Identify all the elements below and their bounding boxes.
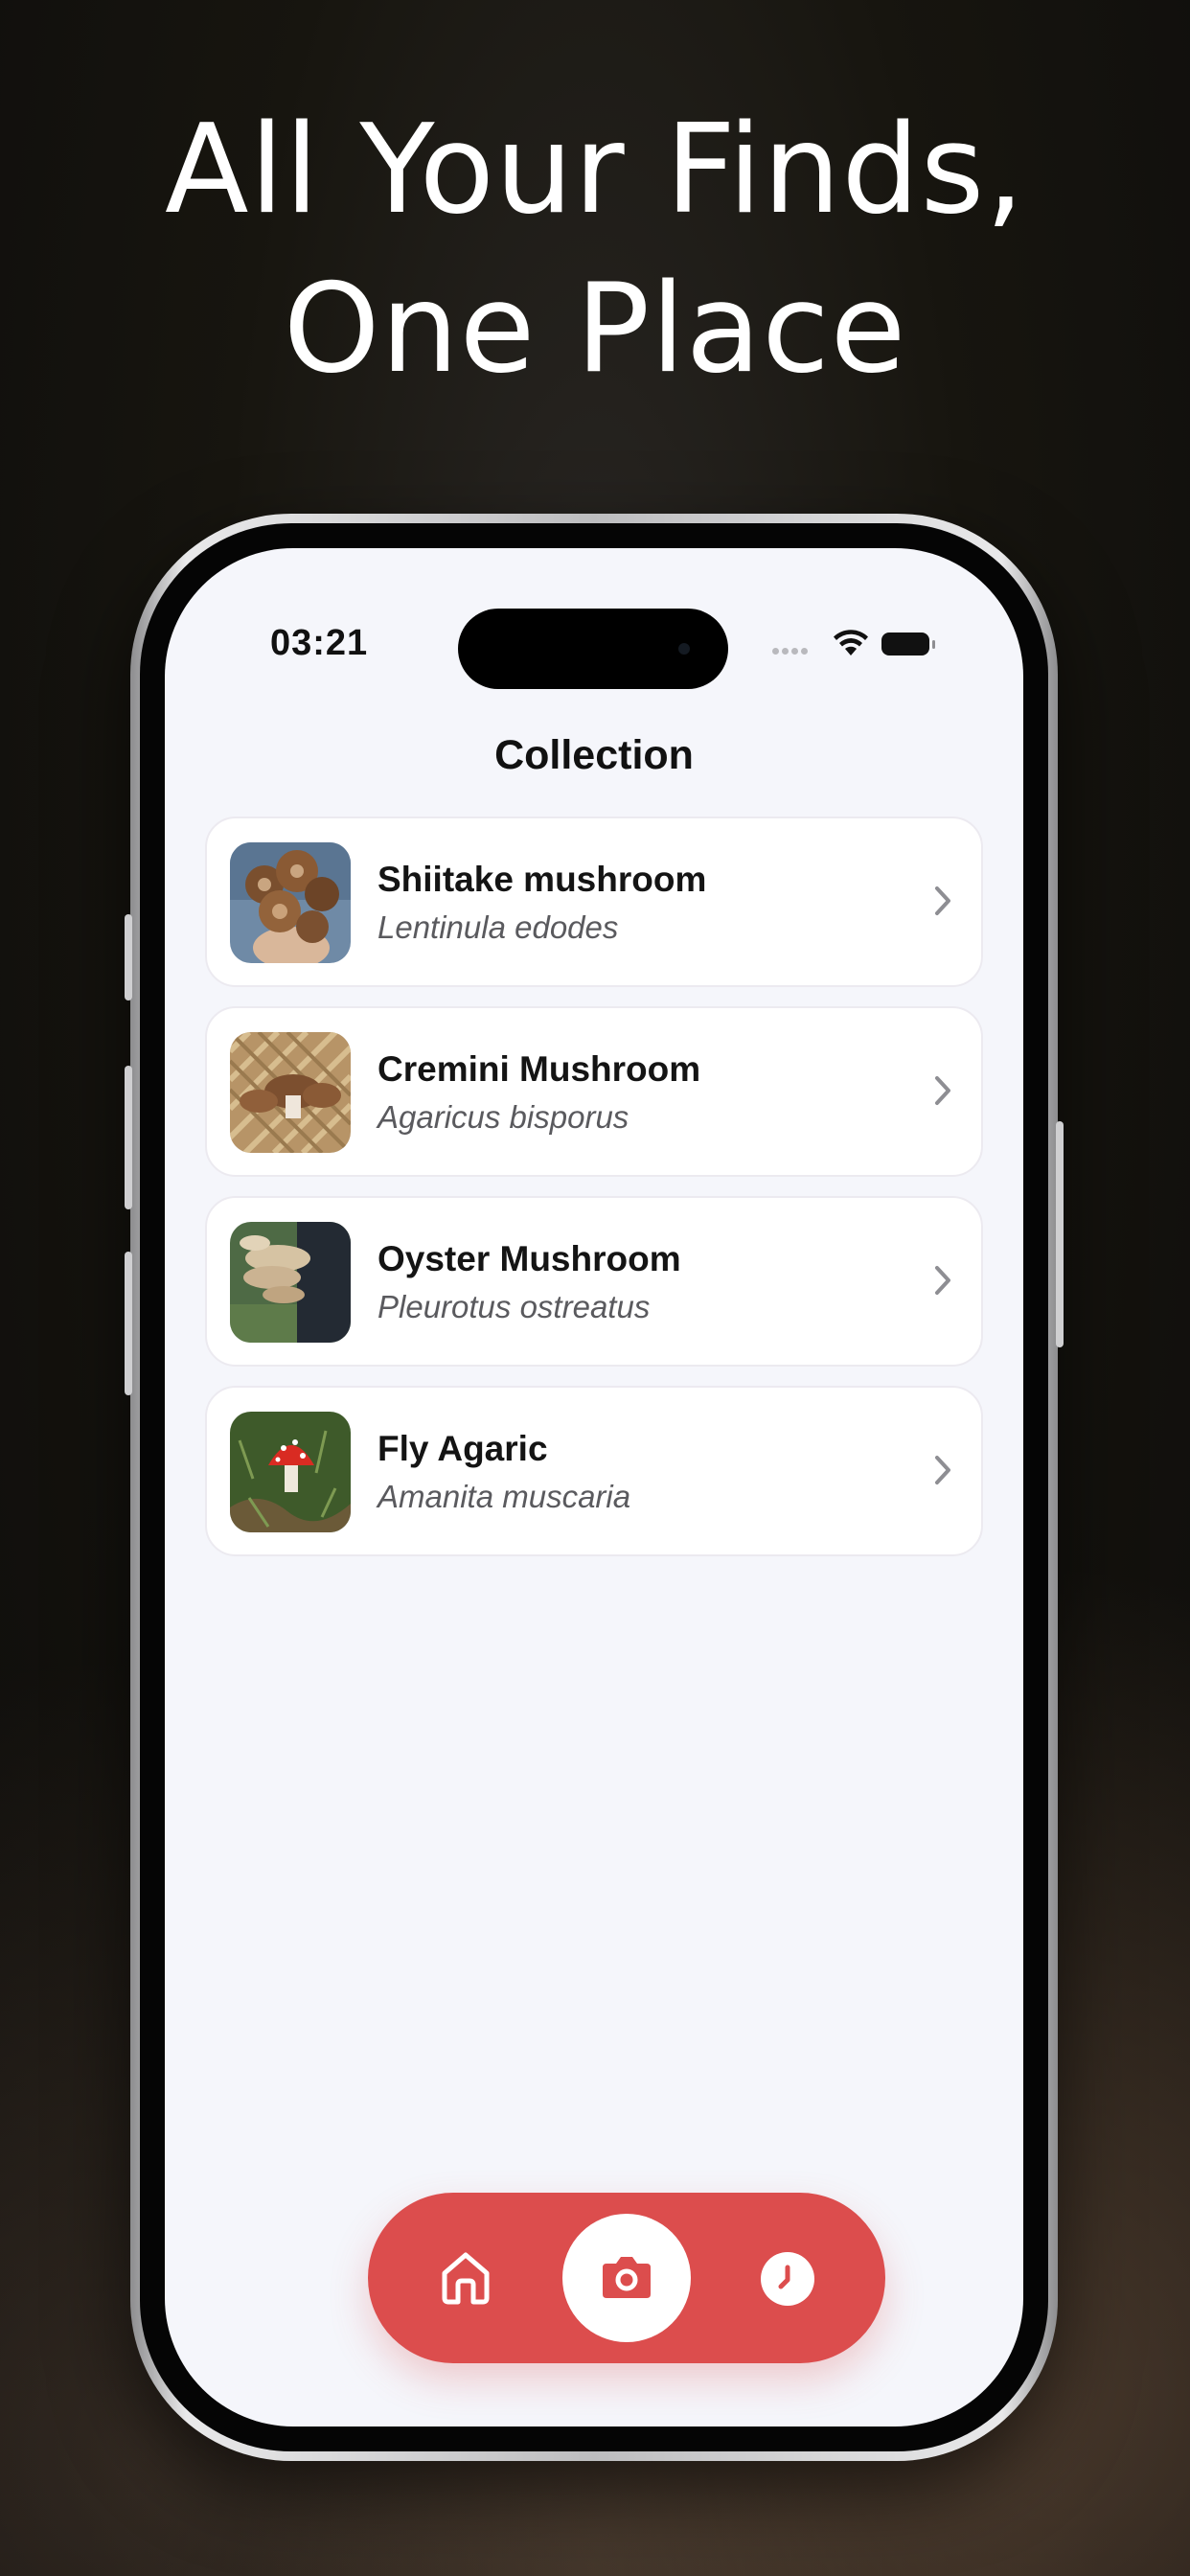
tab-bar	[368, 2193, 885, 2363]
headline-line-1: All Your Finds,	[165, 99, 1025, 242]
camera-button[interactable]	[562, 2214, 691, 2342]
chevron-right-icon	[935, 1266, 950, 1295]
cellular-signal-icon	[772, 642, 811, 659]
item-name: Fly Agaric	[378, 1429, 548, 1468]
status-icons	[772, 629, 945, 659]
shiitake-thumbnail	[230, 842, 351, 963]
volume-up-button	[125, 1066, 132, 1209]
list-item-cremini[interactable]: Cremini Mushroom Agaricus bisporus	[205, 1006, 983, 1177]
chevron-right-icon	[935, 1076, 950, 1105]
page-title: Collection	[494, 732, 694, 778]
chevron-right-icon	[935, 886, 950, 915]
app-screen: 03:21 Collection Shiitake mushroom Lenti…	[165, 548, 1023, 2426]
item-name: Oyster Mushroom	[378, 1239, 681, 1278]
item-scientific-name: Lentinula edodes	[378, 909, 619, 945]
list-item-oyster[interactable]: Oyster Mushroom Pleurotus ostreatus	[205, 1196, 983, 1367]
home-icon[interactable]	[439, 2250, 492, 2306]
phone-frame: 03:21 Collection Shiitake mushroom Lenti…	[125, 514, 1064, 2461]
camera-icon	[603, 2257, 651, 2298]
headline-line-2: One Place	[283, 258, 907, 401]
battery-icon	[881, 632, 935, 656]
status-time: 03:21	[270, 623, 369, 663]
oyster-thumbnail	[230, 1222, 351, 1343]
volume-down-button	[125, 1252, 132, 1395]
action-button	[125, 914, 132, 1000]
power-button	[1056, 1121, 1064, 1347]
item-name: Cremini Mushroom	[378, 1049, 701, 1089]
history-icon	[778, 2265, 790, 2289]
item-scientific-name: Agaricus bisporus	[378, 1099, 629, 1135]
list-item-fly-agaric[interactable]: Fly Agaric Amanita muscaria	[205, 1386, 983, 1556]
headline: All Your Finds, One Place	[0, 91, 1190, 409]
list-item-shiitake[interactable]: Shiitake mushroom Lentinula edodes	[205, 816, 983, 987]
item-scientific-name: Pleurotus ostreatus	[378, 1289, 651, 1324]
cremini-thumbnail	[230, 1032, 351, 1153]
item-name: Shiitake mushroom	[378, 860, 707, 899]
dynamic-island	[458, 609, 728, 689]
collection-list: Shiitake mushroom Lentinula edodes Cremi…	[205, 816, 983, 1576]
chevron-right-icon	[935, 1456, 950, 1484]
wifi-icon	[834, 630, 868, 656]
item-scientific-name: Amanita muscaria	[378, 1479, 631, 1514]
history-button[interactable]	[761, 2252, 814, 2306]
fly-agaric-thumbnail	[230, 1412, 351, 1532]
